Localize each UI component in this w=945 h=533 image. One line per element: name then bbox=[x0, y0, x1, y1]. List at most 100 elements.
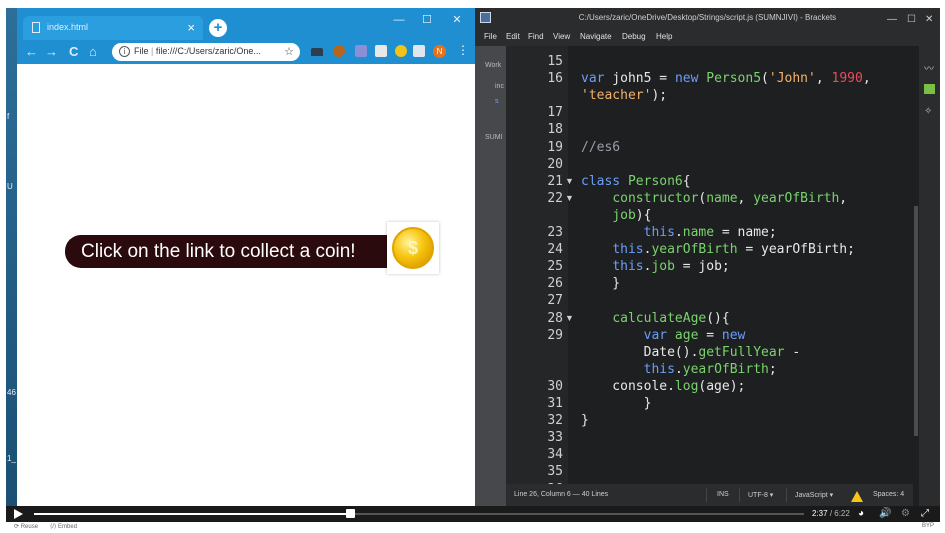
sidebar-working-files[interactable]: Work bbox=[485, 62, 501, 69]
menu-view[interactable]: View bbox=[553, 32, 570, 41]
code-token: = name; bbox=[714, 225, 777, 240]
browser-tab[interactable]: index.html × bbox=[23, 16, 203, 40]
editor-maximize-button[interactable]: ☐ bbox=[907, 10, 916, 30]
home-icon[interactable]: ⌂ bbox=[89, 44, 97, 59]
code-token: constructor bbox=[612, 190, 699, 206]
fold-arrow-icon[interactable]: ▼ bbox=[565, 313, 574, 323]
line-number: 16 bbox=[547, 71, 563, 87]
editor-minimize-button[interactable]: — bbox=[887, 10, 897, 30]
sidebar-project[interactable]: SUMI bbox=[485, 134, 503, 141]
tab-title: index.html bbox=[47, 22, 89, 32]
speed-icon[interactable]: ◕ bbox=[858, 508, 864, 519]
code-token: this bbox=[643, 225, 675, 240]
extension-docs-icon[interactable] bbox=[375, 45, 387, 57]
menu-debug[interactable]: Debug bbox=[622, 32, 646, 41]
progress-handle[interactable] bbox=[345, 509, 355, 518]
address-prefix: File bbox=[134, 46, 149, 56]
info-icon[interactable]: i bbox=[119, 46, 130, 57]
close-tab-icon[interactable]: × bbox=[187, 20, 195, 35]
code-token: class bbox=[581, 173, 621, 189]
back-icon[interactable]: ← bbox=[25, 44, 38, 59]
code-token: console. bbox=[581, 378, 675, 394]
extension-graduation-icon[interactable] bbox=[311, 48, 323, 56]
time-display: 2:37 / 6:22 bbox=[812, 509, 850, 518]
code-token: , bbox=[862, 71, 871, 87]
fold-arrow-icon[interactable]: ▼ bbox=[565, 193, 574, 203]
progress-track[interactable] bbox=[34, 509, 804, 518]
sidebar-file-index[interactable]: inc bbox=[495, 83, 504, 90]
line-number: 17 bbox=[547, 105, 563, 121]
menu-file[interactable]: File bbox=[484, 32, 497, 41]
code-token: name bbox=[682, 225, 715, 240]
extension-lastpass-icon[interactable] bbox=[355, 45, 367, 57]
status-divider bbox=[706, 488, 707, 502]
reload-icon[interactable]: C bbox=[69, 44, 78, 59]
editor-title: C:/Users/zaric/OneDrive/Desktop/Strings/… bbox=[578, 13, 837, 22]
line-number: 19 bbox=[547, 139, 563, 155]
line-number: 24 bbox=[547, 242, 563, 258]
coin-icon[interactable]: $ bbox=[392, 227, 434, 269]
line-number: 28 bbox=[547, 310, 563, 326]
indent-setting[interactable]: Spaces: 4 bbox=[873, 491, 904, 498]
desktop-label: f bbox=[7, 112, 10, 121]
language-select[interactable]: JavaScript ▾ bbox=[795, 491, 833, 499]
code-token: Person5 bbox=[698, 71, 762, 87]
code-editor[interactable]: 15 16 var john5 = new Person5('John', 1990… bbox=[506, 46, 913, 484]
brackets-app-icon bbox=[480, 12, 491, 23]
line-number: 34 bbox=[547, 447, 563, 463]
forward-icon[interactable]: → bbox=[45, 44, 58, 59]
code-text: this.yearOfBirth; bbox=[581, 362, 777, 377]
extension-camera-icon[interactable] bbox=[413, 45, 425, 57]
line-number: 29 bbox=[547, 327, 563, 343]
code-token: getFullYear bbox=[698, 344, 785, 360]
status-bar: Line 26, Column 6 — 40 Lines INS UTF-8 ▾… bbox=[506, 484, 913, 506]
desktop-label: 46 bbox=[7, 388, 16, 397]
menu-find[interactable]: Find bbox=[528, 32, 544, 41]
code-token: = bbox=[698, 327, 722, 343]
code-token: (age); bbox=[698, 378, 746, 394]
embed-link[interactable]: ⟨/⟩ Embed bbox=[50, 523, 77, 530]
code-token: job bbox=[651, 259, 675, 275]
reuse-link[interactable]: ⟳ Reuse bbox=[14, 523, 38, 530]
menu-help[interactable]: Help bbox=[656, 32, 672, 41]
bookmark-star-icon[interactable]: ☆ bbox=[284, 45, 294, 58]
close-window-button[interactable]: ✕ bbox=[443, 12, 471, 30]
code-token: 'teacher' bbox=[581, 88, 652, 104]
volume-icon[interactable]: 🔊 bbox=[879, 508, 891, 519]
sidebar-file-script[interactable]: s bbox=[495, 98, 499, 105]
editor-close-button[interactable]: ✕ bbox=[925, 10, 933, 30]
code-token: name bbox=[706, 190, 738, 206]
desktop-label: 1_ bbox=[7, 454, 16, 463]
menu-navigate[interactable]: Navigate bbox=[580, 32, 612, 41]
code-token: , bbox=[737, 190, 754, 206]
minimize-button[interactable]: — bbox=[385, 12, 413, 30]
live-preview-icon[interactable]: 〰 bbox=[924, 60, 936, 75]
fullscreen-icon[interactable]: ⤢ bbox=[921, 508, 929, 519]
code-token: var bbox=[643, 327, 668, 343]
play-icon[interactable] bbox=[14, 509, 23, 519]
encoding-select[interactable]: UTF-8 ▾ bbox=[748, 491, 773, 499]
browser-menu-icon[interactable]: ⋮ bbox=[457, 43, 469, 57]
address-bar[interactable]: i File | file:///C:/Users/zaric/One... ☆ bbox=[112, 43, 300, 61]
warning-icon[interactable] bbox=[851, 491, 863, 502]
code-token: (){ bbox=[706, 310, 730, 326]
insert-mode[interactable]: INS bbox=[717, 491, 729, 498]
code-text: this.yearOfBirth = yearOfBirth; bbox=[581, 242, 855, 257]
fold-arrow-icon[interactable]: ▼ bbox=[565, 176, 574, 186]
status-divider bbox=[786, 488, 787, 502]
settings-gear-icon[interactable]: ⚙ bbox=[901, 508, 910, 519]
coin-tile[interactable]: $ bbox=[387, 222, 439, 274]
scrollbar-thumb[interactable] bbox=[914, 206, 918, 436]
line-number: 31 bbox=[547, 396, 563, 411]
coin-banner[interactable]: Click on the link to collect a coin! bbox=[65, 235, 400, 268]
new-tab-button[interactable]: + bbox=[209, 19, 227, 37]
maximize-button[interactable]: ☐ bbox=[413, 12, 441, 30]
extension-manager-icon[interactable] bbox=[924, 84, 935, 94]
extension-puzzle-icon[interactable] bbox=[395, 45, 407, 57]
wand-icon[interactable]: ✧ bbox=[924, 106, 936, 117]
brand-mark: BYP bbox=[922, 523, 935, 529]
menu-edit[interactable]: Edit bbox=[506, 32, 520, 41]
profile-avatar[interactable]: N bbox=[433, 45, 446, 58]
extension-cookie-icon[interactable] bbox=[333, 45, 345, 57]
